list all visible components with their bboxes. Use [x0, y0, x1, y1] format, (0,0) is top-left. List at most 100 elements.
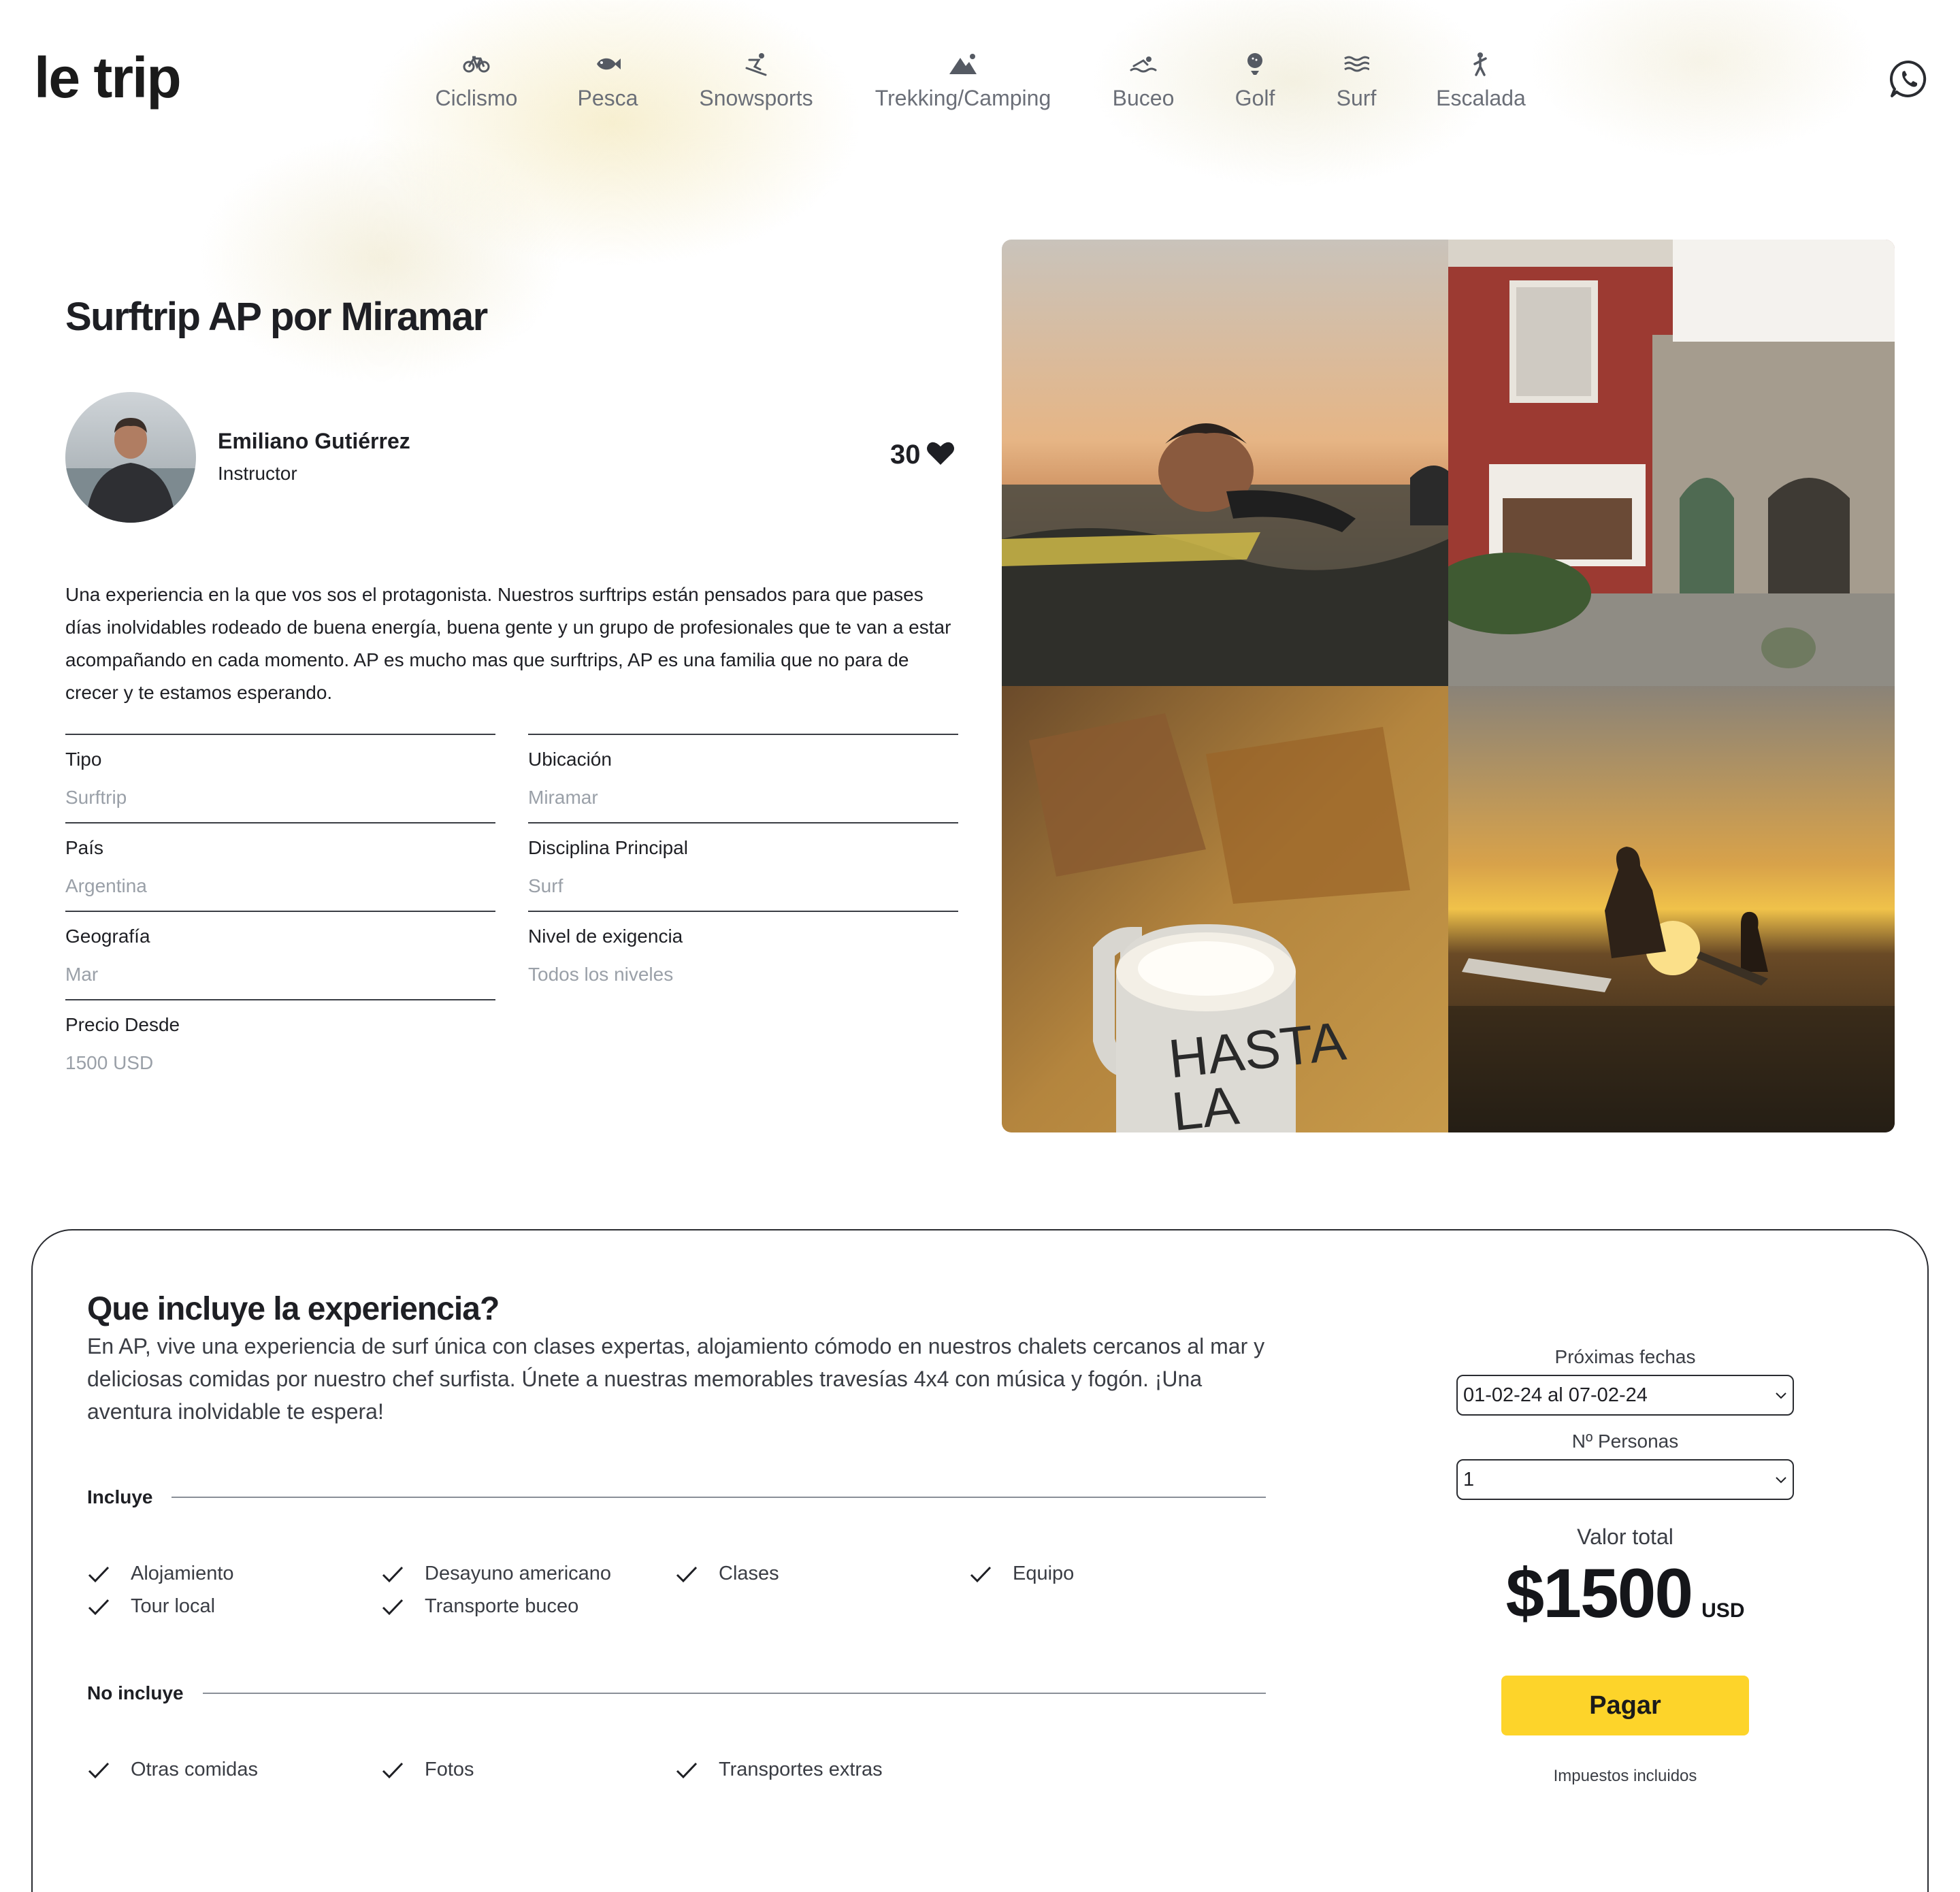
check-icon: [88, 1566, 110, 1582]
field-geografia: Geografía Mar: [65, 911, 495, 999]
field-tipo: Tipo Surftrip: [65, 734, 495, 822]
check-icon: [382, 1762, 404, 1778]
check-icon: [676, 1566, 698, 1582]
divider: [202, 1693, 1266, 1694]
pay-button[interactable]: Pagar: [1501, 1676, 1749, 1735]
field-value: Miramar: [528, 787, 598, 808]
chevron-down-icon: [1776, 1392, 1786, 1399]
excluded-item-label: Otras comidas: [131, 1759, 258, 1780]
nav-label: Escalada: [1436, 86, 1526, 110]
field-label: Geografía: [65, 926, 150, 947]
check-icon: [970, 1566, 992, 1582]
nav-item-ciclismo[interactable]: Ciclismo: [434, 49, 519, 111]
gallery-photo-mug[interactable]: HASTA LA: [1002, 686, 1448, 1132]
mug-text-line2: LA: [1169, 1075, 1242, 1132]
divider: [172, 1497, 1266, 1498]
excluded-item-label: Fotos: [425, 1759, 474, 1780]
instructor-role: Instructor: [218, 463, 297, 484]
nav-item-pesca[interactable]: Pesca: [577, 49, 638, 111]
heart-icon[interactable]: [926, 440, 955, 470]
instructor-name[interactable]: Emiliano Gutiérrez: [218, 429, 410, 454]
included-item-label: Clases: [719, 1563, 779, 1584]
nav-item-snowsports[interactable]: Snowsports: [697, 49, 815, 111]
included-item: Alojamiento: [87, 1563, 234, 1585]
gallery-photo-chalet[interactable]: [1448, 240, 1895, 686]
included-item: Desayuno americano: [381, 1563, 611, 1585]
nav-label: Trekking/Camping: [875, 86, 1051, 110]
fish-icon: [593, 49, 623, 79]
page-title: Surftrip AP por Miramar: [65, 295, 488, 339]
nav-item-buceo[interactable]: Buceo: [1112, 49, 1175, 111]
people-label: Nº Personas: [1571, 1431, 1679, 1452]
golf-ball-icon: [1240, 49, 1270, 79]
climber-icon: [1466, 49, 1496, 79]
dates-select[interactable]: 01-02-24 al 07-02-24: [1456, 1375, 1794, 1416]
photo-gallery: HASTA LA: [1002, 240, 1895, 1132]
total-label: Valor total: [1577, 1524, 1673, 1549]
nav-item-golf[interactable]: Golf: [1233, 49, 1277, 111]
nav-label: Golf: [1235, 86, 1275, 110]
incluye-header: Incluye: [87, 1486, 1266, 1508]
likes-count: 30: [890, 440, 921, 470]
nav-label: Snowsports: [699, 86, 813, 110]
check-icon: [88, 1762, 110, 1778]
nav-item-escalada[interactable]: Escalada: [1436, 49, 1526, 111]
nav-label: Pesca: [577, 86, 638, 110]
field-pais: País Argentina: [65, 822, 495, 911]
total-amount: $1500: [1505, 1554, 1694, 1632]
field-value: Argentina: [65, 875, 147, 896]
nav-label: Surf: [1336, 86, 1377, 110]
nav-item-trekking[interactable]: Trekking/Camping: [874, 49, 1052, 111]
check-icon: [676, 1762, 698, 1778]
gallery-photo-sunset[interactable]: [1448, 686, 1895, 1132]
included-item: Clases: [675, 1563, 779, 1585]
dates-label: Próximas fechas: [1554, 1346, 1696, 1367]
field-label: País: [65, 837, 104, 858]
avatar[interactable]: [65, 392, 196, 523]
field-disciplina: Disciplina Principal Surf: [528, 822, 958, 911]
bicycle-icon: [461, 49, 491, 79]
included-item: Transporte buceo: [381, 1595, 578, 1618]
field-label: Ubicación: [528, 749, 612, 770]
whatsapp-icon[interactable]: [1889, 59, 1929, 99]
field-value: Surf: [528, 875, 564, 896]
swimmer-icon: [1128, 49, 1158, 79]
field-value: 1500 USD: [65, 1052, 154, 1073]
field-label: Nivel de exigencia: [528, 926, 683, 947]
no-incluye-header: No incluye: [87, 1682, 1266, 1704]
sport-nav: Ciclismo Pesca Snowsports Trekking/Campi…: [0, 49, 1960, 124]
check-icon: [88, 1599, 110, 1615]
likes-counter[interactable]: 30: [890, 440, 955, 470]
nav-item-surf[interactable]: Surf: [1335, 49, 1377, 111]
experience-description: Una experiencia en la que vos sos el pro…: [65, 584, 951, 703]
no-incluye-label: No incluye: [87, 1682, 184, 1703]
total-currency: USD: [1701, 1599, 1745, 1622]
people-select[interactable]: 1: [1456, 1459, 1794, 1500]
check-icon: [382, 1566, 404, 1582]
excluded-item: Otras comidas: [87, 1759, 258, 1781]
field-precio: Precio Desde 1500 USD: [65, 999, 495, 1088]
included-item-label: Transporte buceo: [425, 1595, 579, 1617]
field-nivel: Nivel de exigencia Todos los niveles: [528, 911, 958, 999]
excluded-item: Transportes extras: [675, 1759, 883, 1781]
gallery-photo-surfers[interactable]: [1002, 240, 1448, 686]
check-icon: [382, 1599, 404, 1615]
field-value: Mar: [65, 964, 99, 985]
mountain-icon: [948, 49, 978, 79]
excluded-item: Fotos: [381, 1759, 474, 1781]
field-label: Disciplina Principal: [528, 837, 688, 858]
dates-value: 01-02-24 al 07-02-24: [1463, 1384, 1648, 1406]
included-item-label: Equipo: [1013, 1563, 1075, 1584]
included-item-label: Tour local: [131, 1595, 216, 1617]
included-item-label: Alojamiento: [131, 1563, 234, 1584]
waves-icon: [1341, 49, 1371, 79]
people-value: 1: [1463, 1468, 1475, 1490]
skiing-icon: [741, 49, 771, 79]
field-label: Tipo: [65, 749, 102, 770]
incluye-label: Incluye: [87, 1486, 153, 1507]
included-item: Tour local: [87, 1595, 215, 1618]
chevron-down-icon: [1776, 1477, 1786, 1484]
nav-label: Buceo: [1112, 86, 1175, 110]
total-price: $1500 USD: [1456, 1554, 1794, 1633]
field-label: Precio Desde: [65, 1014, 180, 1035]
